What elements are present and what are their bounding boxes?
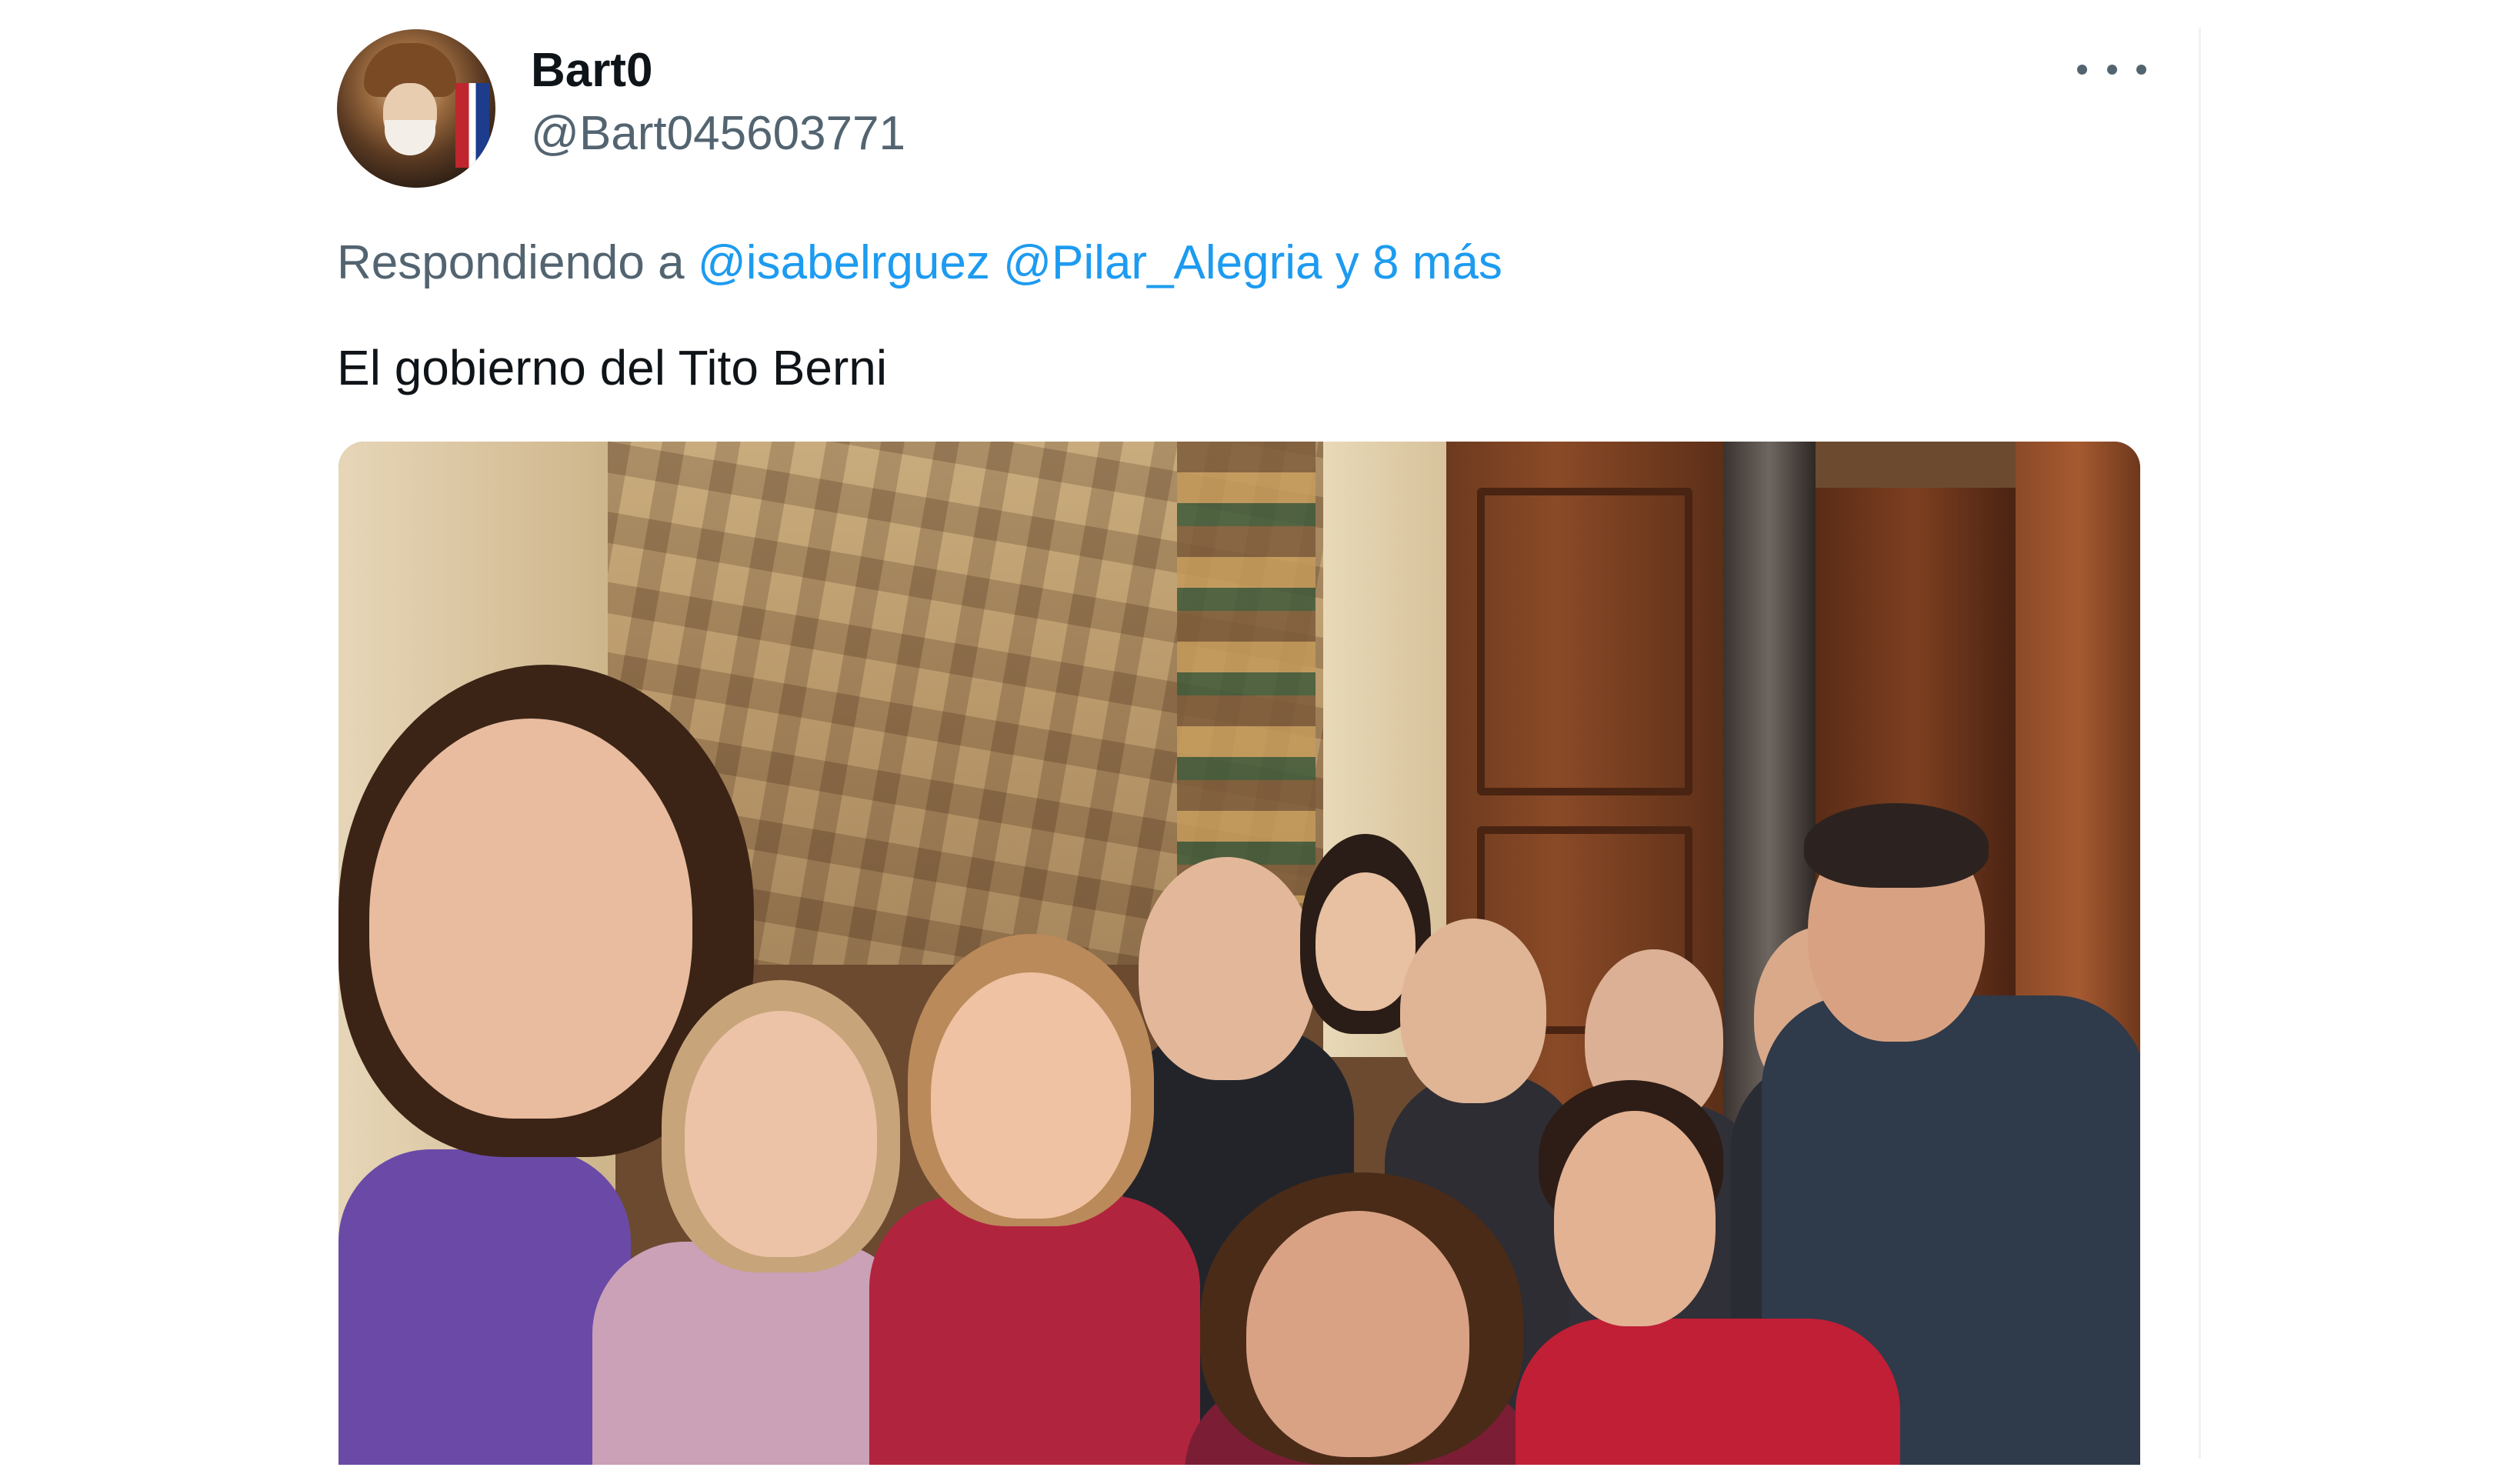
author-handle[interactable]: @Bart045603771	[531, 103, 905, 165]
tweet-text: El gobierno del Tito Berni	[337, 340, 888, 395]
reply-prefix: Respondiendo a	[337, 236, 685, 289]
mention-link[interactable]: @Pilar_Alegria	[1003, 236, 1322, 289]
avatar[interactable]	[337, 29, 495, 188]
mention-link[interactable]: @isabelrguez	[698, 236, 990, 289]
author-name[interactable]: Bart0	[531, 40, 653, 102]
tweet-photo[interactable]	[338, 442, 2140, 1465]
reply-more-link[interactable]: y 8 más	[1336, 236, 1502, 289]
reply-context: Respondiendo a @isabelrguez @Pilar_Alegr…	[337, 232, 1502, 294]
more-horizontal-icon[interactable]	[2077, 46, 2146, 92]
column-divider	[2199, 28, 2201, 1459]
tweet: Bart0 @Bart045603771 Respondiendo a @isa…	[0, 0, 2511, 1484]
